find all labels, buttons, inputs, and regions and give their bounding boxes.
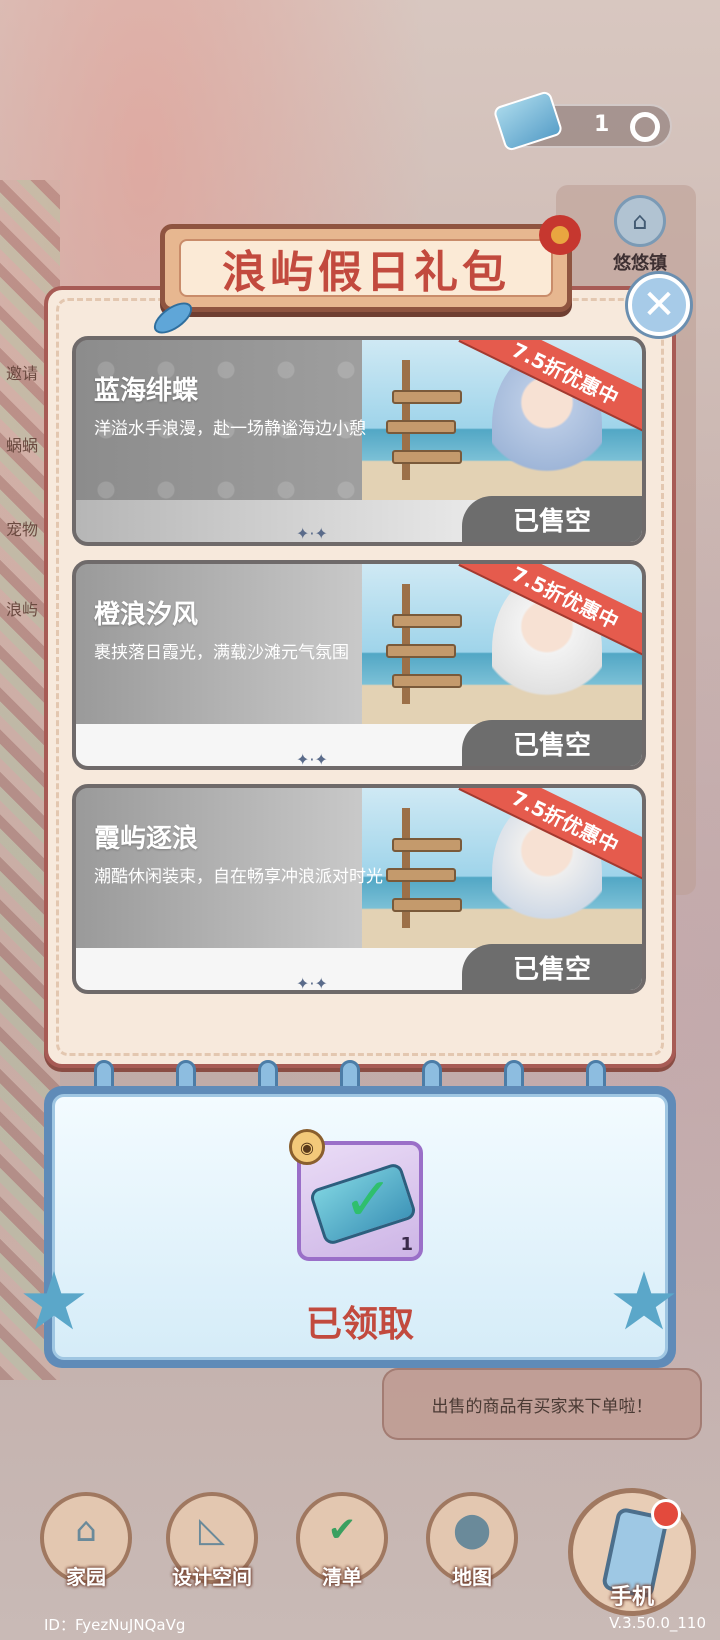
side-entry-pet[interactable]: 宠物 <box>6 516 38 540</box>
reward-panel: ✓ ◉ 1 已领取 <box>44 1086 676 1368</box>
home-icon: ⌂ <box>75 1510 97 1550</box>
pack-card-2[interactable]: 橙浪汐风 裹挟落日霞光，满载沙滩元气氛围 7.5折优惠中 已售空 <box>72 560 646 770</box>
beach-scene <box>362 340 642 500</box>
pack-name: 蓝海绯蝶 <box>94 376 199 406</box>
signpost-icon <box>386 370 462 490</box>
modal-title-board: 浪屿假日礼包 <box>148 215 581 340</box>
bow-icon <box>539 215 581 255</box>
pack-name: 橙浪汐风 <box>94 600 199 630</box>
ring-icon[interactable] <box>630 112 660 142</box>
nav-map-label: 地图 <box>452 1565 492 1589</box>
town-label: 悠悠镇 <box>613 253 667 274</box>
signpost-icon <box>386 594 462 714</box>
starfish-icon: ★ <box>608 1255 680 1348</box>
beach-scene <box>362 564 642 724</box>
map-pin-icon: ⬤ <box>452 1510 492 1550</box>
reward-item-raft[interactable]: ✓ ◉ 1 <box>289 1129 423 1261</box>
resource-count: 1 <box>594 112 610 137</box>
nav-design-label: 设计空间 <box>172 1565 252 1589</box>
version-label: V.3.50.0_110 <box>609 1614 706 1632</box>
modal-title: 浪屿假日礼包 <box>222 247 510 298</box>
sparkle-divider: ✦·✦ <box>296 974 328 993</box>
nav-phone-button[interactable]: 手机 <box>568 1488 696 1616</box>
pack-description: 裹挟落日霞光，满载沙滩元气氛围 <box>94 643 349 663</box>
sold-out-badge: 已售空 <box>462 944 642 990</box>
reward-quantity: 1 <box>400 1234 413 1255</box>
sold-out-badge: 已售空 <box>462 720 642 766</box>
ruler-icon: ◺ <box>198 1510 226 1550</box>
pack-card-1[interactable]: 蓝海绯蝶 洋溢水手浪漫，赴一场静谧海边小憩 7.5折优惠中 已售空 <box>72 336 646 546</box>
side-entry-invite[interactable]: 邀请 <box>6 360 38 384</box>
close-icon: ✕ <box>642 282 676 328</box>
nav-home-label: 家园 <box>66 1565 106 1589</box>
beach-scene <box>362 788 642 948</box>
nav-home-button[interactable]: ⌂ 家园 <box>40 1492 132 1589</box>
notification-dot <box>651 1499 681 1529</box>
pack-card-3[interactable]: 霞屿逐浪 潮酷休闲装束，自在畅享冲浪派对时光 7.5折优惠中 已售空 <box>72 784 646 994</box>
sparkle-divider: ✦·✦ <box>296 750 328 769</box>
nav-phone-label: 手机 <box>609 1585 654 1610</box>
nav-design-button[interactable]: ◺ 设计空间 <box>166 1492 258 1589</box>
nav-map-button[interactable]: ⬤ 地图 <box>426 1492 518 1589</box>
house-icon: ⌂ <box>614 195 666 247</box>
checklist-icon: ✔ <box>327 1510 357 1550</box>
sold-out-badge: 已售空 <box>462 496 642 542</box>
player-id: ID：FyezNuJNQaVg <box>44 1616 186 1634</box>
signpost-icon <box>386 818 462 938</box>
side-entry-snail[interactable]: 蜗蜗 <box>6 432 38 456</box>
claimed-status: 已领取 <box>305 1304 414 1345</box>
close-button[interactable]: ✕ <box>628 274 690 336</box>
checkmark-icon: ✓ <box>343 1165 394 1235</box>
pack-description: 潮酷休闲装束，自在畅享冲浪派对时光 <box>94 867 383 887</box>
resource-counter: 1 <box>492 89 672 153</box>
sale-notice-bubble[interactable]: 出售的商品有买家来下单啦！ <box>382 1368 702 1440</box>
town-button[interactable]: ⌂ 悠悠镇 <box>600 195 680 275</box>
nav-list-label: 清单 <box>322 1565 362 1589</box>
nav-list-button[interactable]: ✔ 清单 <box>296 1492 388 1589</box>
eye-icon[interactable]: ◉ <box>289 1129 325 1165</box>
pack-description: 洋溢水手浪漫，赴一场静谧海边小憩 <box>94 419 366 439</box>
reward-panel-inner: ✓ ◉ 1 已领取 <box>52 1094 668 1360</box>
title-plate: 浪屿假日礼包 <box>179 239 553 298</box>
side-entry-langyu[interactable]: 浪屿 <box>6 596 38 620</box>
pack-name: 霞屿逐浪 <box>94 824 199 854</box>
notice-text: 出售的商品有买家来下单啦！ <box>431 1396 653 1417</box>
starfish-icon: ★ <box>18 1255 90 1348</box>
sparkle-divider: ✦·✦ <box>296 524 328 543</box>
